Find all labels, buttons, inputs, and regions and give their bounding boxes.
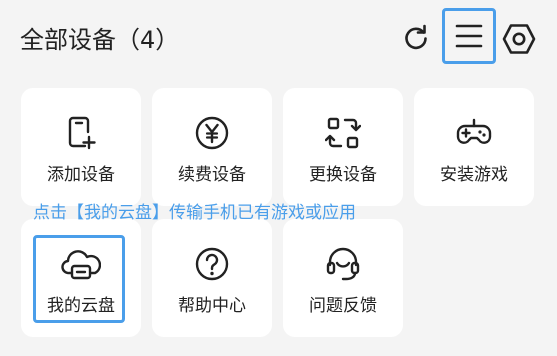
tile-label: 帮助中心 (178, 296, 246, 316)
gamepad-icon (456, 118, 492, 144)
refresh-button[interactable] (398, 20, 434, 56)
tile-label: 安装游戏 (440, 165, 508, 185)
settings-button[interactable] (500, 20, 538, 58)
help-icon (195, 247, 229, 281)
swap-icon (325, 117, 361, 149)
tile-label: 我的云盘 (47, 296, 115, 316)
tile-label: 续费设备 (178, 165, 246, 185)
tile-install-game[interactable]: 安装游戏 (414, 88, 534, 206)
cloud-drive-tip: 点击【我的云盘】传输手机已有游戏或应用 (33, 203, 356, 223)
tile-feedback[interactable]: 问题反馈 (283, 219, 403, 337)
hexagon-settings-icon (502, 24, 536, 54)
cloud-drive-icon (61, 250, 101, 280)
tile-label: 更换设备 (309, 165, 377, 185)
menu-icon (455, 24, 483, 48)
tile-replace-device[interactable]: 更换设备 (283, 88, 403, 206)
tile-add-device[interactable]: 添加设备 (21, 88, 141, 206)
tile-help-center[interactable]: 帮助中心 (152, 219, 272, 337)
tile-my-cloud-drive[interactable]: 我的云盘 (21, 219, 141, 337)
headset-icon (326, 247, 360, 281)
yen-icon (195, 116, 229, 150)
page-title: 全部设备（4） (20, 26, 180, 54)
menu-button[interactable] (442, 8, 496, 64)
add-device-icon (68, 116, 96, 150)
tile-label: 问题反馈 (309, 296, 377, 316)
refresh-icon (405, 24, 427, 50)
tile-renew-device[interactable]: 续费设备 (152, 88, 272, 206)
tile-label: 添加设备 (47, 165, 115, 185)
